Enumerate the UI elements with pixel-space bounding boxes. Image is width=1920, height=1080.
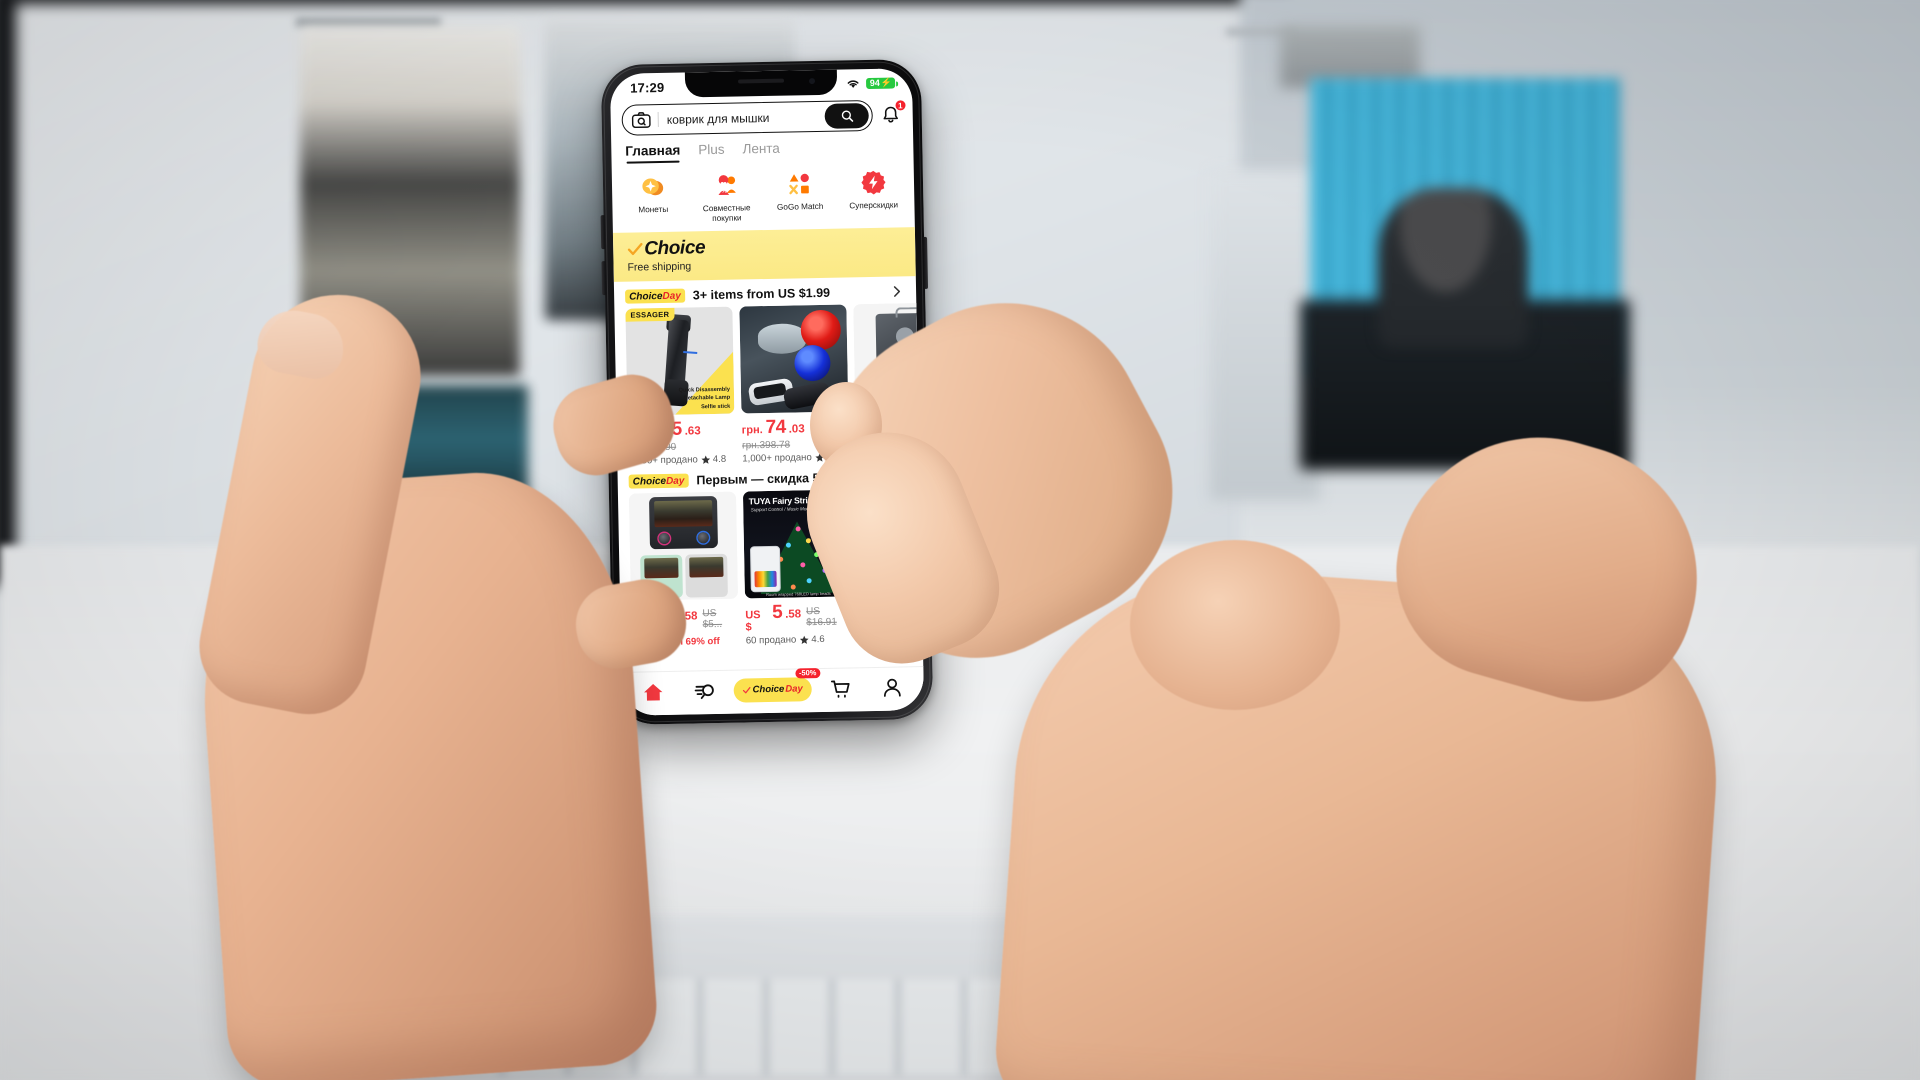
search-divider bbox=[657, 112, 659, 128]
cart-icon bbox=[831, 680, 850, 698]
search-input[interactable]: коврик для мышки bbox=[621, 99, 874, 136]
tab-plus[interactable]: Plus bbox=[698, 142, 725, 163]
section-title: 3+ items from US $1.99 bbox=[692, 285, 831, 303]
flash-deal-icon bbox=[858, 168, 888, 198]
price-cents: .58 bbox=[785, 608, 802, 621]
nav-cart[interactable] bbox=[817, 672, 864, 705]
search-icon bbox=[841, 110, 853, 122]
currency: US $ bbox=[745, 609, 761, 634]
search-row: коврик для мышки 1 bbox=[610, 95, 913, 142]
rating-value: 4.8 bbox=[712, 453, 727, 466]
search-button[interactable] bbox=[824, 102, 869, 129]
price-cents: .03 bbox=[788, 423, 805, 436]
chevron-right-icon[interactable] bbox=[891, 285, 903, 297]
category-superskidki[interactable]: Суперскидки bbox=[836, 167, 911, 221]
right-hand bbox=[771, 253, 1800, 1080]
sold-count: 1,000+ продано bbox=[742, 452, 812, 465]
category-label: GoGo Match bbox=[776, 201, 824, 212]
product-meta: 60 продано 4.6 bbox=[745, 633, 853, 647]
group-buy-icon: % bbox=[711, 170, 741, 200]
wifi-icon bbox=[847, 80, 859, 88]
category-sovmestnye-pokupki[interactable]: % Совместные покупки bbox=[689, 170, 764, 224]
price-integer: 74 bbox=[765, 416, 786, 439]
price-integer: 5 bbox=[771, 601, 783, 623]
category-monety[interactable]: Монеты bbox=[616, 171, 691, 225]
category-label: Монеты bbox=[638, 204, 669, 215]
coins-icon bbox=[638, 172, 668, 202]
nav-choice-day[interactable]: Choice Day -50% bbox=[733, 667, 821, 703]
tab-glavnaya[interactable]: Главная bbox=[625, 143, 680, 164]
notifications-button[interactable]: 1 bbox=[879, 99, 907, 128]
status-clock: 17:29 bbox=[629, 79, 665, 96]
nav-choice-label: Choice bbox=[752, 683, 785, 696]
category-label: Суперскидки bbox=[849, 200, 899, 211]
shapes-icon bbox=[785, 169, 815, 199]
category-gogo-match[interactable]: GoGo Match bbox=[763, 169, 838, 223]
rating-value: 4.6 bbox=[811, 633, 825, 646]
status-indicators: 94 ⚡ bbox=[846, 77, 896, 90]
battery-level: 94 bbox=[869, 77, 880, 88]
search-query-text[interactable]: коврик для мышки bbox=[667, 109, 825, 126]
star-icon bbox=[799, 635, 809, 645]
sold-count: 60 продано bbox=[745, 634, 797, 647]
nav-day-label: Day bbox=[785, 683, 803, 695]
left-hand bbox=[150, 222, 710, 1080]
check-icon bbox=[742, 686, 751, 693]
tab-lenta[interactable]: Лента bbox=[742, 141, 780, 162]
product-price: US $ 5 .58 US $16.91 bbox=[745, 600, 853, 634]
camera-icon[interactable] bbox=[631, 111, 651, 129]
battery-indicator: 94 ⚡ bbox=[865, 77, 896, 90]
screenshot-scene: 17:29 94 ⚡ коврик для мышки 1 Главная Pl… bbox=[0, 0, 1920, 1080]
notification-badge: 1 bbox=[893, 99, 907, 112]
currency: грн. bbox=[741, 424, 763, 437]
battery-charging-icon: ⚡ bbox=[880, 77, 893, 88]
svg-text:%: % bbox=[721, 188, 727, 195]
